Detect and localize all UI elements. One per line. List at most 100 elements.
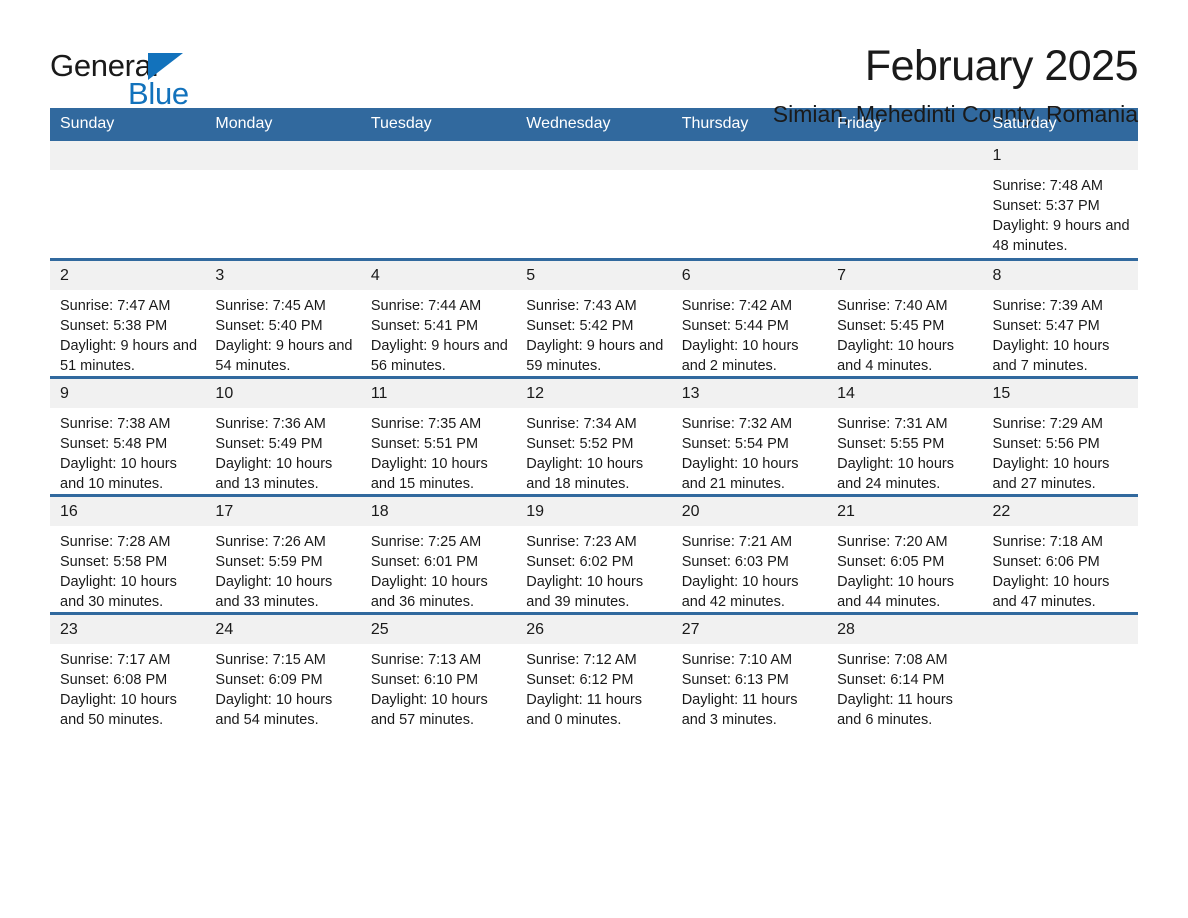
daylight-text: Daylight: 9 hours and 48 minutes.: [992, 218, 1130, 254]
calendar-day-cell[interactable]: 10 Sunrise: 7:36 AM Sunset: 5:49 PM Dayligh…: [205, 376, 361, 496]
sunrise-text: Sunrise: 7:25 AM: [370, 534, 482, 550]
calendar-day-cell[interactable]: 12 Sunrise: 7:34 AM Sunset: 5:52 PM Dayligh…: [516, 376, 672, 496]
sunrise-text: Sunrise: 7:48 AM: [992, 178, 1103, 194]
day-number: 10: [205, 379, 361, 408]
daylight-text: Daylight: 10 hours and 10 minutes.: [60, 456, 177, 492]
sunset-text: Sunset: 6:02 PM: [526, 554, 634, 570]
calendar-day-cell[interactable]: 13 Sunrise: 7:32 AM Sunset: 5:54 PM Dayligh…: [671, 376, 828, 496]
sunset-text: Sunset: 5:51 PM: [370, 436, 479, 452]
day-details: Sunrise: 7:12 AM Sunset: 6:12 PM Daylight:…: [516, 644, 671, 730]
day-details: Sunrise: 7:28 AM Sunset: 5:58 PM Daylight:…: [50, 526, 205, 612]
daylight-text: Daylight: 10 hours and 18 minutes.: [526, 456, 644, 492]
calendar-day-cell-empty: [360, 141, 517, 260]
sunrise-text: Sunrise: 7:38 AM: [60, 416, 171, 432]
day-details: Sunrise: 7:45 AM Sunset: 5:40 PM Daylight:…: [205, 290, 360, 376]
calendar-day-cell[interactable]: 26 Sunrise: 7:12 AM Sunset: 6:12 PM Dayligh…: [516, 612, 672, 730]
calendar-day-cell[interactable]: 11 Sunrise: 7:35 AM Sunset: 5:51 PM Dayligh…: [360, 376, 517, 496]
day-number: 25: [360, 615, 517, 644]
day-number: 14: [827, 379, 983, 408]
day-details: Sunrise: 7:40 AM Sunset: 5:45 PM Daylight:…: [827, 290, 982, 376]
day-details: Sunrise: 7:26 AM Sunset: 5:59 PM Daylight:…: [205, 526, 360, 612]
daylight-text: Daylight: 10 hours and 15 minutes.: [370, 456, 488, 492]
calendar-day-cell[interactable]: 14 Sunrise: 7:31 AM Sunset: 5:55 PM Dayligh…: [827, 376, 983, 496]
sunset-text: Sunset: 5:58 PM: [60, 554, 168, 570]
calendar-day-cell[interactable]: 27 Sunrise: 7:10 AM Sunset: 6:13 PM Dayligh…: [671, 612, 828, 730]
calendar-day-cell[interactable]: 9 Sunrise: 7:38 AM Sunset: 5:48 PM Daylight…: [50, 376, 206, 496]
sunset-text: Sunset: 5:47 PM: [992, 318, 1100, 334]
calendar-day-cell-empty: [982, 612, 1138, 730]
day-number: 11: [360, 379, 517, 408]
calendar-day-cell[interactable]: 21 Sunrise: 7:20 AM Sunset: 6:05 PM Dayligh…: [827, 494, 983, 614]
sunrise-text: Sunrise: 7:15 AM: [215, 652, 326, 668]
calendar-day-cell[interactable]: 1 Sunrise: 7:48 AM Sunset: 5:37 PM Daylight…: [982, 141, 1138, 260]
sunrise-text: Sunrise: 7:20 AM: [837, 534, 948, 550]
calendar-day-cell[interactable]: 8 Sunrise: 7:39 AM Sunset: 5:47 PM Daylight…: [982, 258, 1138, 378]
day-number: [827, 141, 983, 170]
daylight-text: Daylight: 10 hours and 39 minutes.: [526, 574, 644, 610]
day-details: Sunrise: 7:32 AM Sunset: 5:54 PM Daylight:…: [672, 408, 827, 494]
day-details: Sunrise: 7:43 AM Sunset: 5:42 PM Daylight:…: [516, 290, 671, 376]
day-number: 12: [516, 379, 672, 408]
calendar-day-cell-empty: [516, 141, 672, 260]
day-number: 3: [205, 261, 361, 290]
sunset-text: Sunset: 5:55 PM: [837, 436, 945, 452]
sunset-text: Sunset: 6:03 PM: [681, 554, 789, 570]
day-details: Sunrise: 7:48 AM Sunset: 5:37 PM Daylight:…: [983, 170, 1138, 256]
daylight-text: Daylight: 10 hours and 33 minutes.: [215, 574, 333, 610]
day-number: 2: [50, 261, 206, 290]
calendar-day-cell[interactable]: 7 Sunrise: 7:40 AM Sunset: 5:45 PM Daylight…: [827, 258, 983, 378]
calendar-day-cell[interactable]: 17 Sunrise: 7:26 AM Sunset: 5:59 PM Dayligh…: [205, 494, 361, 614]
calendar-body: 1 Sunrise: 7:48 AM Sunset: 5:37 PM Daylight…: [50, 141, 1138, 730]
day-number: 17: [205, 497, 361, 526]
calendar-day-cell[interactable]: 24 Sunrise: 7:15 AM Sunset: 6:09 PM Dayligh…: [205, 612, 361, 730]
calendar-day-cell[interactable]: 5 Sunrise: 7:43 AM Sunset: 5:42 PM Daylight…: [516, 258, 672, 378]
calendar-week-row: 2 Sunrise: 7:47 AM Sunset: 5:38 PM Daylight…: [50, 258, 1138, 378]
day-number: 9: [50, 379, 206, 408]
calendar-day-cell[interactable]: 4 Sunrise: 7:44 AM Sunset: 5:41 PM Daylight…: [360, 258, 517, 378]
daylight-text: Daylight: 10 hours and 42 minutes.: [681, 574, 799, 610]
day-number: 18: [360, 497, 517, 526]
generalblue-logo[interactable]: General Blue: [50, 42, 200, 109]
calendar-day-cell[interactable]: 3 Sunrise: 7:45 AM Sunset: 5:40 PM Daylight…: [205, 258, 361, 378]
daylight-text: Daylight: 10 hours and 13 minutes.: [215, 456, 333, 492]
calendar-day-cell[interactable]: 25 Sunrise: 7:13 AM Sunset: 6:10 PM Dayligh…: [360, 612, 517, 730]
sunrise-text: Sunrise: 7:17 AM: [60, 652, 171, 668]
day-number: 5: [516, 261, 672, 290]
sunrise-text: Sunrise: 7:47 AM: [60, 298, 171, 314]
day-number: [982, 615, 1138, 644]
calendar-day-cell[interactable]: 18 Sunrise: 7:25 AM Sunset: 6:01 PM Dayligh…: [360, 494, 517, 614]
day-details: Sunrise: 7:25 AM Sunset: 6:01 PM Daylight:…: [361, 526, 516, 612]
calendar-day-cell[interactable]: 19 Sunrise: 7:23 AM Sunset: 6:02 PM Dayligh…: [516, 494, 672, 614]
calendar-week-row: 16 Sunrise: 7:28 AM Sunset: 5:58 PM Dayligh…: [50, 494, 1138, 614]
calendar-day-cell-empty: [671, 141, 828, 260]
calendar-day-cell[interactable]: 16 Sunrise: 7:28 AM Sunset: 5:58 PM Dayligh…: [50, 494, 206, 614]
calendar-day-cell[interactable]: 23 Sunrise: 7:17 AM Sunset: 6:08 PM Dayligh…: [50, 612, 206, 730]
day-number: 1: [982, 141, 1138, 170]
calendar-day-cell[interactable]: 6 Sunrise: 7:42 AM Sunset: 5:44 PM Daylight…: [671, 258, 828, 378]
sunset-text: Sunset: 5:44 PM: [681, 318, 789, 334]
calendar-day-cell[interactable]: 15 Sunrise: 7:29 AM Sunset: 5:56 PM Dayligh…: [982, 376, 1138, 496]
sunset-text: Sunset: 5:56 PM: [992, 436, 1100, 452]
day-number: 6: [671, 261, 828, 290]
sunrise-text: Sunrise: 7:35 AM: [370, 416, 482, 432]
sunset-text: Sunset: 5:38 PM: [60, 318, 168, 334]
calendar-day-cell[interactable]: 22 Sunrise: 7:18 AM Sunset: 6:06 PM Dayligh…: [982, 494, 1138, 614]
sunset-text: Sunset: 5:42 PM: [526, 318, 634, 334]
calendar-day-cell[interactable]: 2 Sunrise: 7:47 AM Sunset: 5:38 PM Daylight…: [50, 258, 206, 378]
calendar-week-row: 23 Sunrise: 7:17 AM Sunset: 6:08 PM Dayligh…: [50, 612, 1138, 730]
calendar-week-row: 1 Sunrise: 7:48 AM Sunset: 5:37 PM Daylight…: [50, 141, 1138, 260]
sunset-text: Sunset: 6:01 PM: [370, 554, 479, 570]
day-number: 26: [516, 615, 672, 644]
daylight-text: Daylight: 10 hours and 27 minutes.: [992, 456, 1110, 492]
daylight-text: Daylight: 9 hours and 51 minutes.: [60, 338, 198, 374]
calendar-day-cell[interactable]: 28 Sunrise: 7:08 AM Sunset: 6:14 PM Dayligh…: [827, 612, 983, 730]
daylight-text: Daylight: 11 hours and 3 minutes.: [681, 692, 798, 728]
sunrise-text: Sunrise: 7:21 AM: [681, 534, 793, 550]
day-details: Sunrise: 7:10 AM Sunset: 6:13 PM Daylight:…: [672, 644, 827, 730]
sunset-text: Sunset: 6:14 PM: [837, 672, 945, 688]
calendar-day-cell[interactable]: 20 Sunrise: 7:21 AM Sunset: 6:03 PM Dayligh…: [671, 494, 828, 614]
daylight-text: Daylight: 9 hours and 54 minutes.: [215, 338, 353, 374]
calendar-day-cell-empty: [205, 141, 361, 260]
sunrise-text: Sunrise: 7:43 AM: [526, 298, 637, 314]
daylight-text: Daylight: 9 hours and 56 minutes.: [370, 338, 508, 374]
